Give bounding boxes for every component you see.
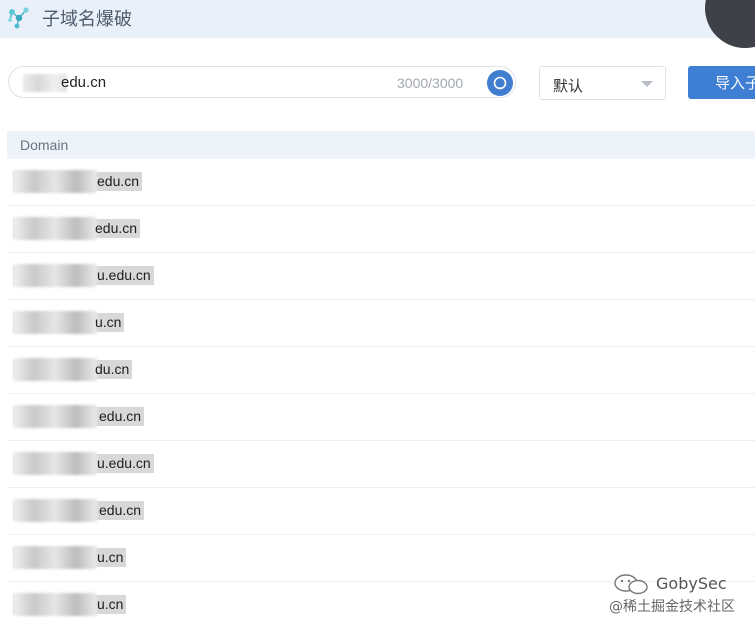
avatar[interactable] [705, 0, 755, 48]
table-row[interactable]: edu.cn [7, 206, 755, 253]
title-bar: 子域名爆破 [0, 0, 755, 48]
table-row[interactable]: edu.cn [7, 488, 755, 535]
redacted-text [13, 546, 97, 569]
watermark-sub: @稀土掘金技术社区 [609, 599, 735, 615]
search-count: 3000/3000 [397, 75, 464, 91]
domain-cell: du.cn [95, 361, 130, 377]
mode-select[interactable]: 默认 [539, 66, 666, 100]
column-header-domain: Domain [20, 137, 69, 153]
domain-cell: u.edu.cn [97, 267, 151, 283]
redacted-text [13, 311, 97, 334]
molecule-logo-icon [6, 4, 32, 30]
domain-cell: edu.cn [97, 173, 140, 189]
domain-cell: u.cn [97, 549, 124, 565]
domain-cell: edu.cn [99, 502, 142, 518]
redacted-text [13, 170, 97, 193]
domain-cell: u.cn [95, 314, 122, 330]
chevron-down-icon [641, 81, 653, 87]
redacted-text [13, 264, 97, 287]
domain-cell: edu.cn [99, 408, 142, 424]
watermark-name: GobySec [656, 574, 727, 593]
search-icon [493, 76, 507, 90]
redacted-text [13, 405, 97, 428]
select-value: 默认 [553, 77, 584, 95]
domain-cell: u.edu.cn [97, 455, 151, 471]
table-header: Domain [7, 131, 755, 159]
domain-table-body: edu.cn edu.cn u.edu.cn u.cn du.cn edu.cn u.edu… [0, 159, 755, 618]
app-window: 子域名爆破 edu.cn 3000/3000 默认 导入子 Domain edu… [0, 0, 755, 618]
redacted-text [13, 499, 97, 522]
table-row[interactable]: u.cn [7, 300, 755, 347]
domain-cell: edu.cn [95, 220, 138, 236]
redacted-text [13, 452, 97, 475]
redacted-text [13, 593, 97, 616]
table-row[interactable]: u.edu.cn [7, 441, 755, 488]
redacted-text [13, 358, 97, 381]
table-row[interactable]: u.edu.cn [7, 253, 755, 300]
redacted-text [13, 217, 97, 240]
table-row[interactable]: edu.cn [7, 394, 755, 441]
search-input-value[interactable]: edu.cn [61, 74, 106, 91]
import-button[interactable]: 导入子 [688, 66, 755, 99]
table-row[interactable]: edu.cn [7, 159, 755, 206]
wechat-icon [612, 572, 652, 596]
page-title: 子域名爆破 [42, 9, 132, 30]
search-button[interactable] [487, 70, 513, 96]
table-row[interactable]: du.cn [7, 347, 755, 394]
domain-search-input[interactable]: edu.cn 3000/3000 [8, 66, 516, 98]
domain-cell: u.cn [97, 596, 124, 612]
